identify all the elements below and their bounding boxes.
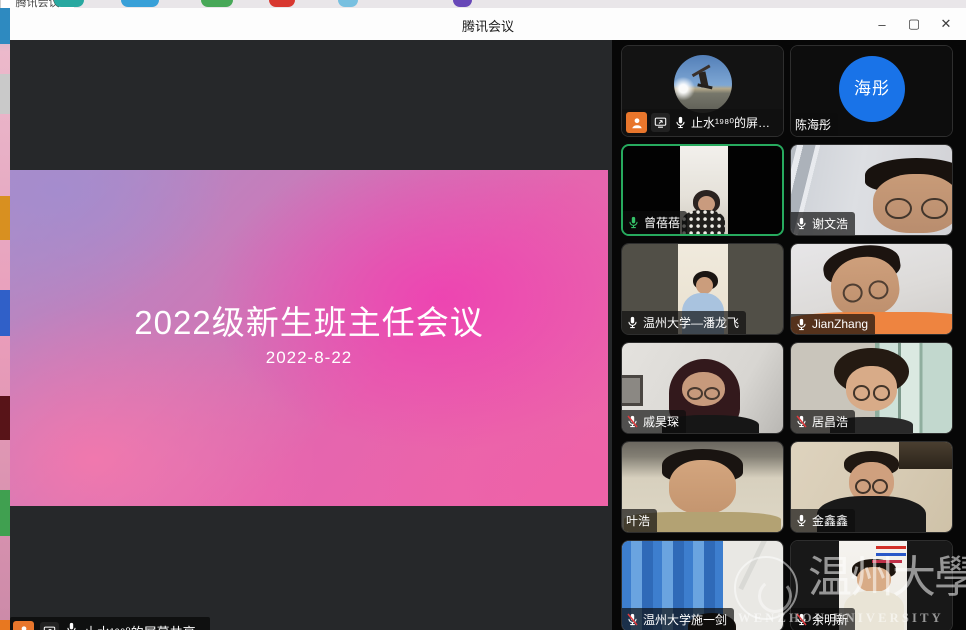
- participant-label: 余明新: [791, 608, 855, 630]
- mic-icon: [795, 217, 808, 230]
- window-title: 腾讯会议: [10, 16, 966, 35]
- participant-tile[interactable]: 居昌浩: [790, 342, 953, 434]
- mic-icon: [674, 116, 687, 129]
- screen-share-label-text: 止水¹⁹⁸⁰的屏幕共享: [84, 622, 196, 630]
- desktop-sliver: [0, 8, 10, 630]
- mic-icon: [65, 622, 78, 630]
- video-shape: [682, 372, 725, 406]
- avatar: 海彤: [839, 56, 905, 122]
- participant-tile[interactable]: JianZhang: [790, 243, 953, 335]
- mic-icon: [626, 316, 639, 329]
- mic-muted-icon: [795, 613, 808, 626]
- participant-tile[interactable]: 戚昊琛: [621, 342, 784, 434]
- video-shape: [669, 460, 737, 514]
- titlebar[interactable]: 腾讯会议 – ▢ ✕: [10, 8, 966, 41]
- mic-icon: [627, 216, 640, 229]
- slide-date: 2022-8-22: [10, 348, 608, 368]
- host-badge-icon: [13, 621, 34, 630]
- video-shape: [857, 567, 891, 592]
- background-app-icon-fragment: [54, 0, 84, 7]
- shared-screen-stage[interactable]: 2022级新生班主任会议 2022-8-22 止水¹⁹⁸⁰的屏幕共享: [10, 40, 612, 630]
- desktop-icon-fragment: [0, 396, 10, 440]
- background-app-icon-fragment: [121, 0, 159, 7]
- mic-muted-icon: [626, 415, 639, 428]
- video-shape: [622, 375, 643, 406]
- video-shape: [873, 174, 952, 233]
- participant-tile[interactable]: 温州大学—潘龙飞: [621, 243, 784, 335]
- background-app-icon-fragment: [338, 0, 358, 7]
- desktop-icon-fragment: [0, 8, 10, 44]
- participant-name: 温州大学施一剑: [643, 611, 727, 628]
- video-shape: [738, 541, 768, 590]
- meeting-window: 腾讯会议 – ▢ ✕ 2022级新生班主任会议 2022-8-22: [10, 8, 966, 630]
- background-window-strip: 腾讯会议: [0, 0, 966, 8]
- participant-name: 谢文浩: [812, 215, 848, 232]
- desktop-icon-fragment: [0, 620, 10, 630]
- participant-label: 居昌浩: [791, 410, 855, 433]
- participant-tile[interactable]: 海彤陈海彤: [790, 45, 953, 137]
- maximize-button[interactable]: ▢: [898, 8, 930, 40]
- meeting-content: 2022级新生班主任会议 2022-8-22 止水¹⁹⁸⁰的屏幕共享 止水¹⁹⁸…: [10, 40, 966, 630]
- participant-label: 止水¹⁹⁸⁰的屏幕共享: [622, 109, 783, 136]
- participant-tile[interactable]: 止水¹⁹⁸⁰的屏幕共享: [621, 45, 784, 137]
- participant-name: JianZhang: [812, 317, 868, 331]
- screen-share-icon: [651, 113, 670, 132]
- participant-label: 叶浩: [622, 509, 657, 532]
- participant-tile[interactable]: 叶浩: [621, 441, 784, 533]
- window-controls: – ▢ ✕: [866, 8, 962, 40]
- participant-sidebar[interactable]: 止水¹⁹⁸⁰的屏幕共享海彤陈海彤曾蓓蓓谢文浩温州大学—潘龙飞JianZhang戚…: [612, 40, 966, 630]
- participant-tile[interactable]: 曾蓓蓓: [621, 144, 784, 236]
- background-app-icon-fragment: [453, 0, 472, 7]
- participant-tile[interactable]: 余明新: [790, 540, 953, 630]
- desktop-icon-fragment: [0, 290, 10, 336]
- participant-label: 金鑫鑫: [791, 509, 855, 532]
- participant-name: 居昌浩: [812, 413, 848, 430]
- desktop-icon-fragment: [0, 490, 10, 536]
- participant-label: 戚昊琛: [622, 410, 686, 433]
- minimize-button[interactable]: –: [866, 8, 898, 40]
- participant-tile[interactable]: 温州大学施一剑: [621, 540, 784, 630]
- video-shape: [682, 210, 725, 234]
- screen-share-icon: [40, 622, 59, 630]
- screen-share-label: 止水¹⁹⁸⁰的屏幕共享: [10, 617, 210, 630]
- participant-label: JianZhang: [791, 314, 875, 334]
- participant-tile[interactable]: 谢文浩: [790, 144, 953, 236]
- participant-name: 温州大学—潘龙飞: [643, 314, 739, 331]
- participant-label: 谢文浩: [791, 212, 855, 235]
- participant-label: 温州大学—潘龙飞: [622, 311, 746, 334]
- participant-name: 金鑫鑫: [812, 512, 848, 529]
- participant-name: 陈海彤: [795, 116, 831, 133]
- participant-name: 止水¹⁹⁸⁰的屏幕共享: [691, 114, 776, 131]
- desktop-icon-fragment: [0, 196, 10, 240]
- slide-title: 2022级新生班主任会议: [10, 296, 608, 344]
- participant-name: 曾蓓蓓: [644, 214, 680, 231]
- participant-name: 余明新: [812, 611, 848, 628]
- video-shape: [899, 442, 952, 469]
- mic-icon: [795, 318, 808, 331]
- background-app-icon-fragment: [269, 0, 295, 7]
- participant-label: 曾蓓蓓: [623, 211, 687, 234]
- participant-name: 戚昊琛: [643, 413, 679, 430]
- participant-name: 叶浩: [626, 512, 650, 529]
- participant-label: 陈海彤: [791, 113, 838, 136]
- background-app-icon-fragment: [201, 0, 233, 7]
- participant-tile[interactable]: 金鑫鑫: [790, 441, 953, 533]
- mic-muted-icon: [795, 415, 808, 428]
- desktop-icon-fragment: [0, 74, 10, 114]
- mic-icon: [795, 514, 808, 527]
- mic-muted-icon: [626, 613, 639, 626]
- video-shape: [846, 366, 898, 411]
- video-shape: [876, 546, 906, 549]
- participant-label: 温州大学施一剑: [622, 608, 734, 630]
- presentation-slide: 2022级新生班主任会议 2022-8-22: [10, 170, 608, 506]
- close-button[interactable]: ✕: [930, 8, 962, 40]
- host-badge-icon: [626, 112, 647, 133]
